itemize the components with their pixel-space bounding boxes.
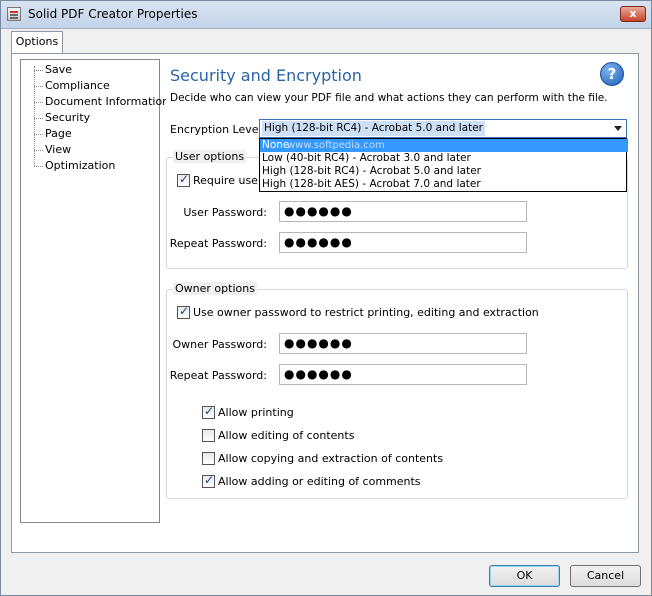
tree-item-security[interactable]: Security [31, 110, 90, 126]
close-button[interactable]: x [620, 6, 646, 22]
user-password-label: User Password: [183, 206, 267, 219]
dropdown-option-high-aes[interactable]: High (128-bit AES) - Acrobat 7.0 and lat… [260, 178, 628, 191]
encryption-dropdown-list: None www.softpedia.com Low (40-bit RC4) … [259, 138, 628, 192]
tree-item-compliance[interactable]: Compliance [31, 78, 110, 94]
help-icon[interactable]: ? [600, 62, 624, 86]
user-options-legend: User options [173, 150, 247, 163]
owner-options-group: Owner options Use owner password to rest… [166, 282, 628, 499]
user-repeat-password-field[interactable]: ●●●●●● [279, 232, 527, 253]
dropdown-option-label: None [262, 139, 290, 151]
tree-item-page[interactable]: Page [31, 126, 72, 142]
allow-printing-label: Allow printing [218, 406, 294, 419]
owner-password-label: Owner Password: [172, 338, 268, 351]
owner-options-legend: Owner options [173, 282, 257, 295]
watermark-text: www.softpedia.com [287, 140, 385, 151]
allow-editing-label: Allow editing of contents [218, 429, 355, 442]
user-password-field[interactable]: ●●●●●● [279, 201, 527, 222]
dropdown-option-none[interactable]: None www.softpedia.com [260, 139, 628, 152]
allow-comments-label: Allow adding or editing of comments [218, 475, 421, 488]
dropdown-option-high-rc4[interactable]: High (128-bit RC4) - Acrobat 5.0 and lat… [260, 165, 628, 178]
title-bar[interactable]: Solid PDF Creator Properties x [1, 1, 651, 29]
section-description: Decide who can view your PDF file and wh… [170, 92, 608, 104]
tree-item-view[interactable]: View [31, 142, 71, 158]
section-title: Security and Encryption [170, 66, 362, 85]
properties-window: Solid PDF Creator Properties x Options S… [0, 0, 652, 596]
security-content: Security and Encryption Decide who can v… [166, 59, 630, 523]
allow-printing-checkbox[interactable] [202, 404, 215, 419]
chevron-down-icon[interactable] [614, 126, 622, 131]
owner-repeat-password-label: Repeat Password: [169, 369, 267, 382]
options-panel: Save Compliance Document Information Sec… [11, 53, 639, 553]
use-owner-password-checkbox[interactable] [177, 304, 190, 319]
dropdown-option-low-rc4[interactable]: Low (40-bit RC4) - Acrobat 3.0 and later [260, 152, 628, 165]
encryption-selected-value: High (128-bit RC4) - Acrobat 5.0 and lat… [262, 121, 485, 136]
tree-item-document-information[interactable]: Document Information [31, 94, 169, 110]
owner-password-field[interactable]: ●●●●●● [279, 333, 527, 354]
require-user-password-checkbox[interactable] [177, 172, 190, 187]
section-header: Security and Encryption Decide who can v… [166, 59, 630, 107]
app-icon [7, 7, 21, 21]
owner-repeat-password-field[interactable]: ●●●●●● [279, 364, 527, 385]
allow-copying-checkbox[interactable] [202, 452, 215, 465]
window-title: Solid PDF Creator Properties [28, 7, 198, 21]
allow-editing-checkbox[interactable] [202, 429, 215, 442]
ok-button[interactable]: OK [489, 565, 560, 587]
allow-copying-label: Allow copying and extraction of contents [218, 452, 444, 465]
cancel-button[interactable]: Cancel [570, 565, 641, 587]
use-owner-password-label: Use owner password to restrict printing,… [193, 306, 539, 319]
user-repeat-password-label: Repeat Password: [169, 237, 267, 250]
encryption-level-select[interactable]: High (128-bit RC4) - Acrobat 5.0 and lat… [259, 119, 627, 138]
tab-options[interactable]: Options [11, 31, 63, 54]
allow-comments-checkbox[interactable] [202, 473, 215, 488]
tree-item-save[interactable]: Save [31, 62, 72, 78]
tree-item-optimization[interactable]: Optimization [31, 158, 115, 174]
settings-tree: Save Compliance Document Information Sec… [20, 59, 169, 523]
encryption-level-label: Encryption Level: [170, 123, 266, 136]
